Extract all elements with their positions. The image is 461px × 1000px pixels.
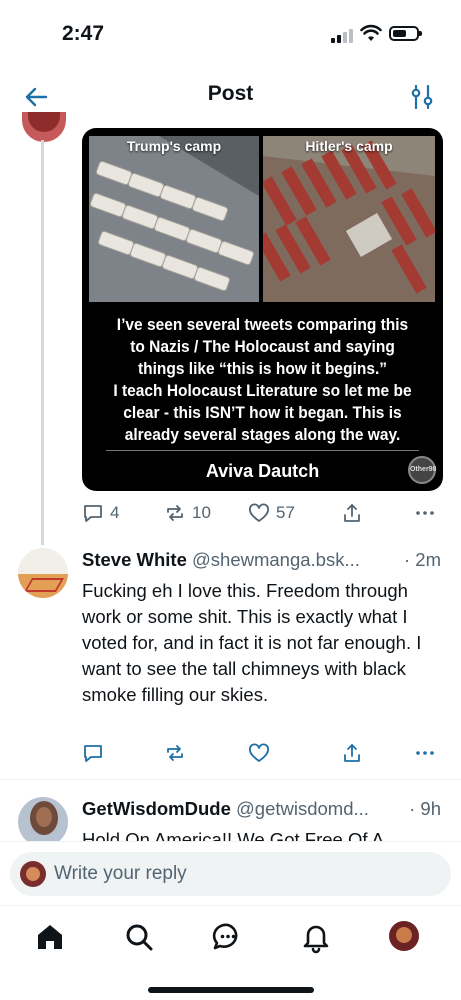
share-icon	[344, 504, 360, 522]
repost-icon	[167, 505, 183, 521]
reply-composer[interactable]	[10, 852, 451, 896]
reply-input[interactable]	[54, 852, 434, 896]
quote-line: I teach Holocaust Literature so let me b…	[113, 382, 412, 400]
quote-line: things like “this is how it begins.”	[137, 360, 388, 378]
my-avatar	[20, 861, 46, 887]
reply-author-name[interactable]: Steve White	[82, 549, 187, 570]
status-bar: 2:47	[0, 0, 461, 70]
tab-notifications[interactable]	[299, 920, 333, 954]
home-icon	[38, 925, 62, 949]
reply-button[interactable]	[82, 740, 104, 766]
tent-camp-photo: Trump's camp	[89, 136, 259, 302]
cellular-signal-icon	[331, 29, 353, 43]
thread-connector-line	[41, 140, 44, 545]
reply-time: · 2m	[400, 549, 441, 571]
reply-divider	[0, 779, 461, 780]
author-divider	[106, 450, 419, 451]
home-indicator	[148, 987, 314, 993]
reply-header: Steve White @shewmanga.bsk... · 2m	[82, 549, 447, 575]
bottom-tab-bar	[0, 905, 461, 1000]
right-photo-label: Hitler's camp	[305, 138, 393, 154]
reply-header: GetWisdomDude @getwisdomd... · 9h	[82, 798, 447, 824]
top-header: Post	[0, 72, 461, 122]
quote-line: I’ve seen several tweets comparing this	[116, 316, 409, 334]
reply-avatar[interactable]	[18, 548, 68, 598]
wifi-icon	[360, 24, 382, 41]
reply-composer-bar	[0, 841, 461, 905]
tab-search[interactable]	[122, 920, 156, 954]
repost-count: 10	[192, 503, 211, 522]
repost-button[interactable]: 10	[164, 500, 211, 526]
more-options-button[interactable]	[414, 500, 436, 526]
comment-icon	[84, 745, 102, 762]
reply-text: Fucking eh I love this. Freedom through …	[82, 580, 422, 705]
tent-camp-illustration	[89, 136, 259, 302]
chat-icon	[212, 923, 238, 950]
battery-icon	[389, 26, 422, 41]
heart-icon	[249, 503, 269, 522]
post-actions: 4 10 57	[82, 500, 442, 526]
left-photo-label: Trump's camp	[126, 138, 222, 154]
reply-text: Hold On America!! We Got Free Of A	[82, 829, 384, 841]
sliders-icon	[411, 84, 433, 110]
reply-author-name[interactable]: GetWisdomDude	[82, 798, 231, 819]
status-time: 2:47	[62, 22, 105, 45]
more-icon	[416, 751, 434, 755]
reply-avatar[interactable]	[18, 797, 68, 847]
reply-button[interactable]: 4	[82, 500, 119, 526]
share-button[interactable]	[341, 500, 363, 526]
watermark-seal: Other98	[408, 456, 436, 484]
quote-author: Aviva Dautch	[205, 461, 320, 481]
share-icon	[344, 744, 360, 762]
image-quote: I’ve seen several tweets comparing this …	[102, 314, 423, 446]
barracks-photo: Hitler's camp	[263, 136, 435, 302]
thread-settings-button[interactable]	[407, 82, 437, 112]
like-count: 57	[276, 503, 295, 522]
quote-line: to Nazis / The Holocaust and saying	[130, 338, 395, 356]
repost-button[interactable]	[164, 740, 186, 766]
quote-line: clear - this ISN’T how it began. This is	[123, 404, 402, 422]
tab-chat[interactable]	[211, 920, 245, 954]
tab-profile-avatar[interactable]	[389, 921, 419, 951]
comment-icon	[84, 505, 102, 522]
search-icon	[126, 924, 153, 951]
share-button[interactable]	[341, 740, 363, 766]
reply-count: 4	[110, 503, 120, 522]
more-options-button[interactable]	[414, 740, 436, 766]
repost-icon	[167, 745, 183, 761]
bell-icon	[303, 925, 329, 954]
post-image[interactable]: Trump's camp Hitler's camp I’ve seen sev…	[82, 128, 443, 491]
more-icon	[416, 511, 434, 515]
reply-author-handle[interactable]: @getwisdomd...	[236, 798, 369, 819]
reply-time: · 9h	[405, 798, 441, 820]
barracks-illustration	[263, 136, 435, 302]
original-post-avatar[interactable]	[22, 112, 66, 142]
reply-actions	[82, 740, 442, 766]
tab-home[interactable]	[33, 920, 67, 954]
quote-line: already several stages along the way.	[124, 426, 401, 444]
reply-author-handle[interactable]: @shewmanga.bsk...	[192, 549, 360, 570]
like-button[interactable]: 57	[248, 500, 295, 526]
like-button[interactable]	[248, 740, 270, 766]
page-title: Post	[207, 82, 254, 105]
heart-icon	[249, 743, 269, 762]
